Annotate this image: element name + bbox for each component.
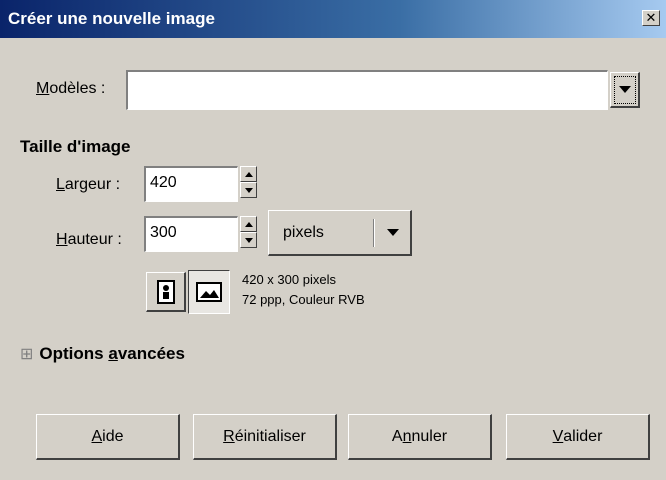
height-label: Hauteur :	[56, 231, 122, 248]
image-resolution: 72 ppp, Couleur RVB	[242, 292, 365, 307]
ok-button[interactable]: Valider	[506, 414, 650, 460]
close-button[interactable]: ✕	[642, 10, 660, 26]
arrow-up-icon	[244, 221, 253, 227]
advanced-options-label: Options avancées	[39, 344, 185, 363]
height-decrement[interactable]	[240, 232, 257, 248]
image-info: 420 x 300 pixels 72 ppp, Couleur RVB	[242, 270, 365, 310]
cancel-button[interactable]: An nuler	[348, 414, 492, 460]
landscape-button[interactable]	[188, 270, 230, 314]
unit-arrow	[375, 229, 410, 236]
portrait-button[interactable]	[146, 272, 186, 312]
arrow-up-icon	[244, 171, 253, 177]
image-dimensions: 420 x 300 pixels	[242, 272, 336, 287]
unit-value: pixels	[283, 223, 324, 241]
template-combo[interactable]	[126, 70, 608, 110]
width-increment[interactable]	[240, 166, 257, 182]
height-spinner[interactable]	[240, 216, 257, 250]
reset-button[interactable]: Réinitialiser	[193, 414, 337, 460]
chevron-down-icon	[386, 229, 399, 236]
advanced-options-toggle[interactable]: ⊞ Options avancées	[20, 344, 185, 364]
help-button[interactable]: Aide	[36, 414, 180, 460]
width-label: Largeur :	[56, 176, 121, 193]
image-size-heading: Taille d'image	[20, 137, 131, 156]
dialog-title: Créer une nouvelle image	[8, 9, 215, 28]
portrait-icon	[156, 279, 175, 304]
title-bar: Créer une nouvelle image ✕	[0, 0, 666, 38]
landscape-icon	[196, 282, 222, 302]
width-spinner[interactable]	[240, 166, 257, 200]
new-image-dialog: Créer une nouvelle image ✕ Modèles : Tai…	[0, 0, 666, 480]
width-input[interactable]: 420	[144, 166, 238, 202]
chevron-down-icon	[618, 86, 631, 93]
arrow-down-icon	[244, 187, 253, 193]
close-icon: ✕	[645, 10, 657, 25]
height-input[interactable]: 300	[144, 216, 238, 252]
height-increment[interactable]	[240, 216, 257, 232]
expand-icon: ⊞	[20, 346, 34, 363]
width-decrement[interactable]	[240, 182, 257, 198]
unit-dropdown[interactable]: pixels	[268, 210, 412, 256]
template-dropdown-button[interactable]	[610, 72, 640, 108]
arrow-down-icon	[244, 237, 253, 243]
template-label: Modèles :	[36, 80, 106, 97]
